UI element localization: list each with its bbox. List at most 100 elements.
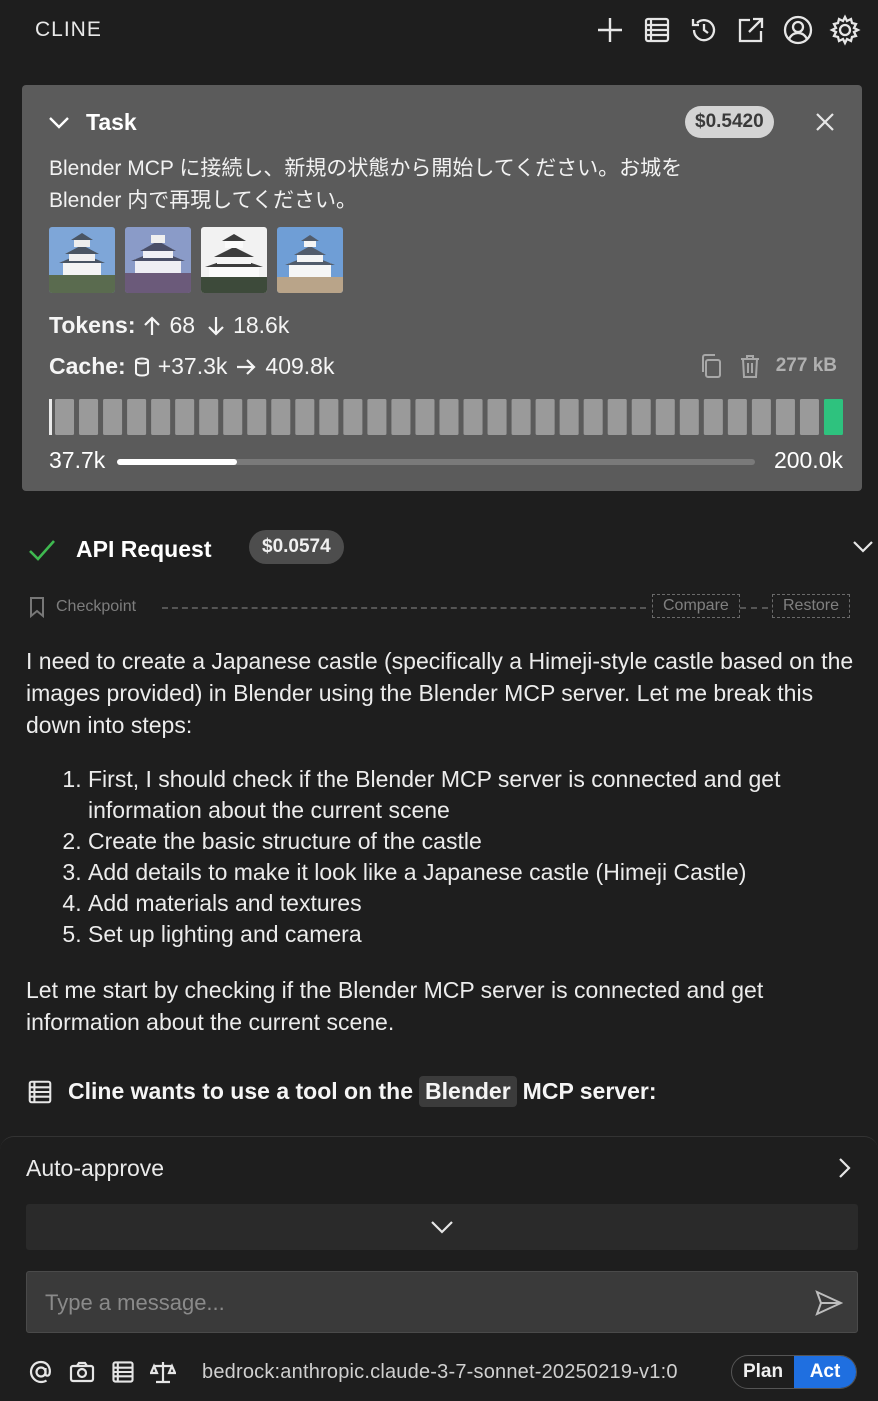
context-total: 200.0k — [773, 447, 843, 473]
api-cost-badge: $0.0574 — [249, 530, 344, 564]
context-segment — [367, 399, 387, 435]
context-progress-track — [117, 459, 755, 465]
message-input[interactable] — [43, 1284, 797, 1322]
context-bar-start — [49, 399, 52, 435]
context-segment — [703, 399, 723, 435]
context-segment — [463, 399, 483, 435]
plan-act-toggle[interactable]: Plan Act — [731, 1355, 857, 1389]
history-icon[interactable] — [687, 13, 721, 47]
mcp-servers-icon — [26, 1078, 54, 1106]
server-name: Blender — [419, 1076, 517, 1107]
context-segment — [511, 399, 531, 435]
trash-icon[interactable] — [738, 353, 762, 379]
scale-icon[interactable] — [150, 1359, 176, 1385]
context-segment — [103, 399, 123, 435]
check-icon — [28, 538, 56, 562]
castle-image-thumbnail[interactable] — [201, 227, 267, 293]
send-icon[interactable] — [815, 1290, 843, 1316]
toolbar — [593, 13, 862, 47]
mcp-servers-icon[interactable] — [110, 1359, 136, 1385]
context-segment — [151, 399, 171, 435]
context-segment-bar — [49, 399, 843, 435]
chevron-down-icon[interactable] — [48, 116, 70, 130]
auto-approve-label[interactable]: Auto-approve — [26, 1155, 164, 1182]
account-icon[interactable] — [781, 13, 815, 47]
cache-write-value: +37.3k — [157, 353, 228, 379]
context-segment — [487, 399, 507, 435]
camera-icon[interactable] — [68, 1359, 96, 1385]
context-segment — [799, 399, 819, 435]
act-option[interactable]: Act — [794, 1356, 856, 1388]
restore-button[interactable]: Restore — [772, 594, 851, 618]
tokens-in-value: 68 — [169, 312, 196, 338]
chevron-right-icon[interactable] — [838, 1157, 852, 1179]
checkpoint-divider — [162, 607, 646, 609]
context-segment — [535, 399, 555, 435]
cache-usage: Cache: +37.3k 409.8k — [49, 353, 334, 380]
task-title: Task — [86, 109, 137, 135]
api-request-row[interactable]: API Request $0.0574 — [28, 530, 874, 570]
context-segment — [79, 399, 99, 435]
expand-button[interactable] — [26, 1204, 858, 1250]
api-request-title: API Request — [76, 536, 212, 562]
list-item: Set up lighting and camera — [88, 919, 856, 950]
context-segment — [631, 399, 651, 435]
tokens-label: Tokens: — [49, 312, 136, 338]
checkpoint-row: Checkpoint Compare Restore — [28, 594, 860, 622]
compare-button[interactable]: Compare — [652, 594, 740, 618]
list-item: Add materials and textures — [88, 888, 856, 919]
context-segment — [655, 399, 675, 435]
input-toolbar: bedrock:anthropic.claude-3-7-sonnet-2025… — [28, 1355, 858, 1391]
task-size: 277 kB — [775, 355, 837, 376]
settings-icon[interactable] — [828, 13, 862, 47]
castle-image-thumbnail[interactable] — [277, 227, 343, 293]
mcp-servers-icon[interactable] — [640, 13, 674, 47]
checkpoint-label: Checkpoint — [56, 598, 137, 615]
model-selector[interactable]: bedrock:anthropic.claude-3-7-sonnet-2025… — [202, 1361, 678, 1384]
context-used: 37.7k — [49, 447, 106, 473]
app-title: CLINE — [35, 18, 102, 41]
context-segment — [319, 399, 339, 435]
popout-icon[interactable] — [734, 13, 768, 47]
chevron-down-icon[interactable] — [852, 540, 874, 554]
bookmark-icon — [28, 596, 46, 618]
database-icon — [134, 356, 150, 378]
context-segment — [439, 399, 459, 435]
message-input-box — [26, 1271, 858, 1333]
context-segment — [727, 399, 747, 435]
tokens-out-value: 18.6k — [233, 312, 290, 338]
castle-image-thumbnail[interactable] — [125, 227, 191, 293]
checkpoint-divider — [740, 607, 768, 609]
context-segment — [391, 399, 411, 435]
context-segment — [775, 399, 795, 435]
chevron-down-icon — [430, 1220, 454, 1234]
context-segment — [127, 399, 147, 435]
cache-read-value: 409.8k — [265, 353, 335, 379]
context-segment — [751, 399, 771, 435]
context-segment — [271, 399, 291, 435]
mention-icon[interactable] — [28, 1359, 54, 1385]
plus-icon[interactable] — [593, 13, 627, 47]
list-item: First, I should check if the Blender MCP… — [88, 764, 856, 826]
chat-footer: Auto-approve bedrock:anthropi — [0, 1136, 878, 1401]
context-segment — [199, 399, 219, 435]
castle-image-thumbnail[interactable] — [49, 227, 115, 293]
task-header[interactable]: Task — [48, 109, 137, 136]
assistant-message: I need to create a Japanese castle (spec… — [26, 645, 856, 1038]
context-segment — [343, 399, 363, 435]
arrow-down-icon — [207, 315, 225, 337]
top-bar: CLINE — [0, 0, 878, 62]
plan-option[interactable]: Plan — [732, 1356, 794, 1388]
close-icon[interactable] — [814, 111, 836, 133]
token-usage: Tokens: 68 18.6k — [49, 312, 289, 339]
message-outro: Let me start by checking if the Blender … — [26, 977, 764, 1035]
context-segment — [679, 399, 699, 435]
context-segment — [415, 399, 435, 435]
context-segment — [607, 399, 627, 435]
context-window: 37.7k 200.0k — [49, 447, 843, 477]
arrow-right-icon — [235, 358, 257, 376]
tool-use-text: Cline wants to use a tool on the Blender… — [68, 1076, 656, 1107]
copy-icon[interactable] — [698, 353, 724, 379]
list-item: Create the basic structure of the castle — [88, 826, 856, 857]
context-segment — [223, 399, 243, 435]
